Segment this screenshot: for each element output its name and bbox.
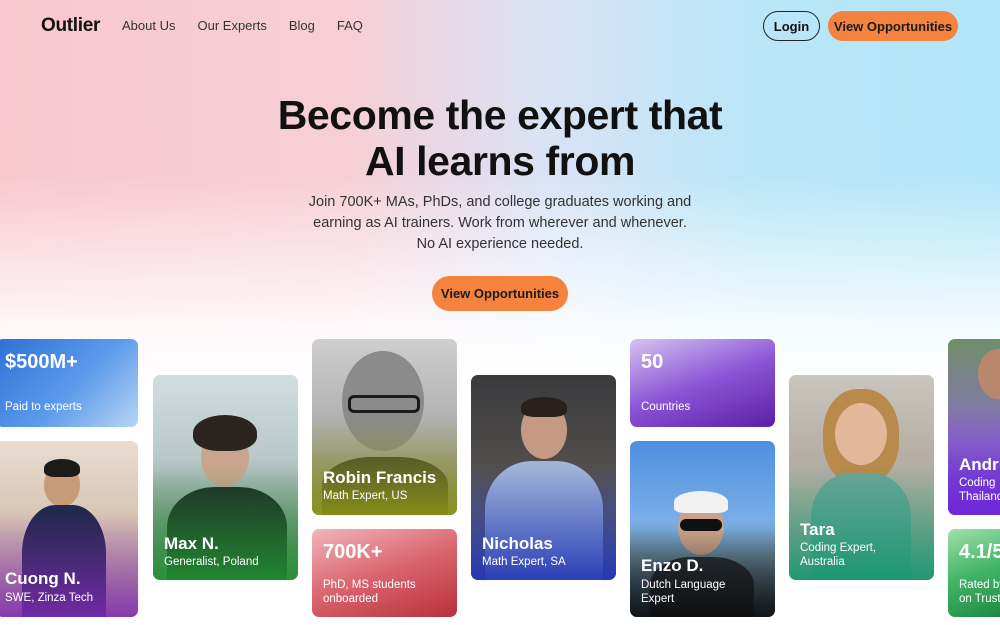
stat-label-line-2: on Trust	[959, 592, 1000, 605]
expert-role: SWE, Zinza Tech	[5, 592, 93, 604]
nav-link-about-us[interactable]: About Us	[122, 18, 175, 33]
hero-title-line-2: AI learns from	[364, 138, 636, 184]
expert-name: Nicholas	[482, 534, 553, 553]
stat-card-onboarded: 700K+ PhD, MS students onboarded	[312, 529, 457, 617]
nav-links: About Us Our Experts Blog FAQ	[122, 18, 363, 33]
expert-role-line-1: Coding Expert,	[800, 542, 877, 554]
stat-card-paid: $500M+ Paid to experts	[0, 339, 138, 427]
hero-view-opportunities-button[interactable]: View Opportunities	[432, 276, 568, 311]
expert-card-robin[interactable]: Robin Francis Math Expert, US	[312, 339, 457, 515]
expert-role: Coding Thailand	[959, 477, 1000, 504]
stat-value: 50	[641, 351, 664, 373]
login-button[interactable]: Login	[763, 11, 820, 41]
hero-subtitle-line-2: earning as AI trainers. Work from wherev…	[313, 215, 687, 231]
expert-name: Max N.	[164, 534, 219, 553]
hero-subtitle-line-3: No AI experience needed.	[416, 236, 584, 252]
stat-label: PhD, MS students onboarded	[323, 579, 416, 606]
stat-label: Paid to experts	[5, 401, 82, 413]
expert-role-line-2: Expert	[641, 592, 675, 605]
hero-subtitle-line-1: Join 700K+ MAs, PhDs, and college gradua…	[308, 194, 692, 210]
hero-title-line-1: Become the expert that	[277, 92, 723, 138]
stat-value: $500M+	[5, 351, 78, 373]
expert-card-andr[interactable]: Andr Coding Thailand	[948, 339, 1000, 515]
brand-logo[interactable]: Outlier	[41, 15, 100, 37]
hero-title: Become the expert that AI learns from	[200, 92, 800, 184]
top-nav: Outlier About Us Our Experts Blog FAQ Lo…	[0, 0, 1000, 52]
stat-label-line-1: PhD, MS students	[323, 579, 416, 591]
stat-label-line-1: Rated by	[959, 579, 1000, 591]
expert-role-line-2: Thailand	[959, 490, 1000, 503]
stat-value: 700K+	[323, 541, 383, 563]
stat-card-rating: 4.1/5 Rated by on Trust	[948, 529, 1000, 617]
stat-card-countries: 50 Countries	[630, 339, 775, 427]
stat-value: 4.1/5	[959, 541, 1000, 563]
nav-link-our-experts[interactable]: Our Experts	[197, 18, 266, 33]
expert-name: Cuong N.	[5, 569, 81, 588]
expert-role: Math Expert, SA	[482, 556, 566, 568]
expert-role-line-1: Coding	[959, 477, 996, 489]
expert-role-line-1: Dutch Language	[641, 579, 726, 591]
expert-role: Generalist, Poland	[164, 556, 259, 568]
stat-label-line-2: onboarded	[323, 592, 378, 605]
expert-name: Robin Francis	[323, 468, 437, 487]
expert-role: Dutch Language Expert	[641, 579, 725, 606]
expert-name: Tara	[800, 520, 835, 539]
expert-card-enzo[interactable]: Enzo D. Dutch Language Expert	[630, 441, 775, 617]
expert-card-nicholas[interactable]: Nicholas Math Expert, SA	[471, 375, 616, 580]
hero-subtitle: Join 700K+ MAs, PhDs, and college gradua…	[270, 192, 730, 255]
expert-card-cuong[interactable]: Cuong N. SWE, Zinza Tech	[0, 441, 138, 617]
expert-card-tara[interactable]: Tara Coding Expert, Australia	[789, 375, 934, 580]
nav-link-faq[interactable]: FAQ	[337, 18, 363, 33]
expert-role: Math Expert, US	[323, 490, 408, 502]
expert-role: Coding Expert, Australia	[800, 542, 876, 569]
stat-label: Rated by on Trust	[959, 579, 1000, 606]
expert-role-line-2: Australia	[800, 555, 845, 568]
nav-view-opportunities-button[interactable]: View Opportunities	[828, 11, 958, 41]
nav-link-blog[interactable]: Blog	[289, 18, 315, 33]
expert-name: Andr	[959, 455, 999, 474]
stat-label: Countries	[641, 401, 691, 413]
expert-card-max[interactable]: Max N. Generalist, Poland	[153, 375, 298, 580]
expert-name: Enzo D.	[641, 556, 704, 575]
